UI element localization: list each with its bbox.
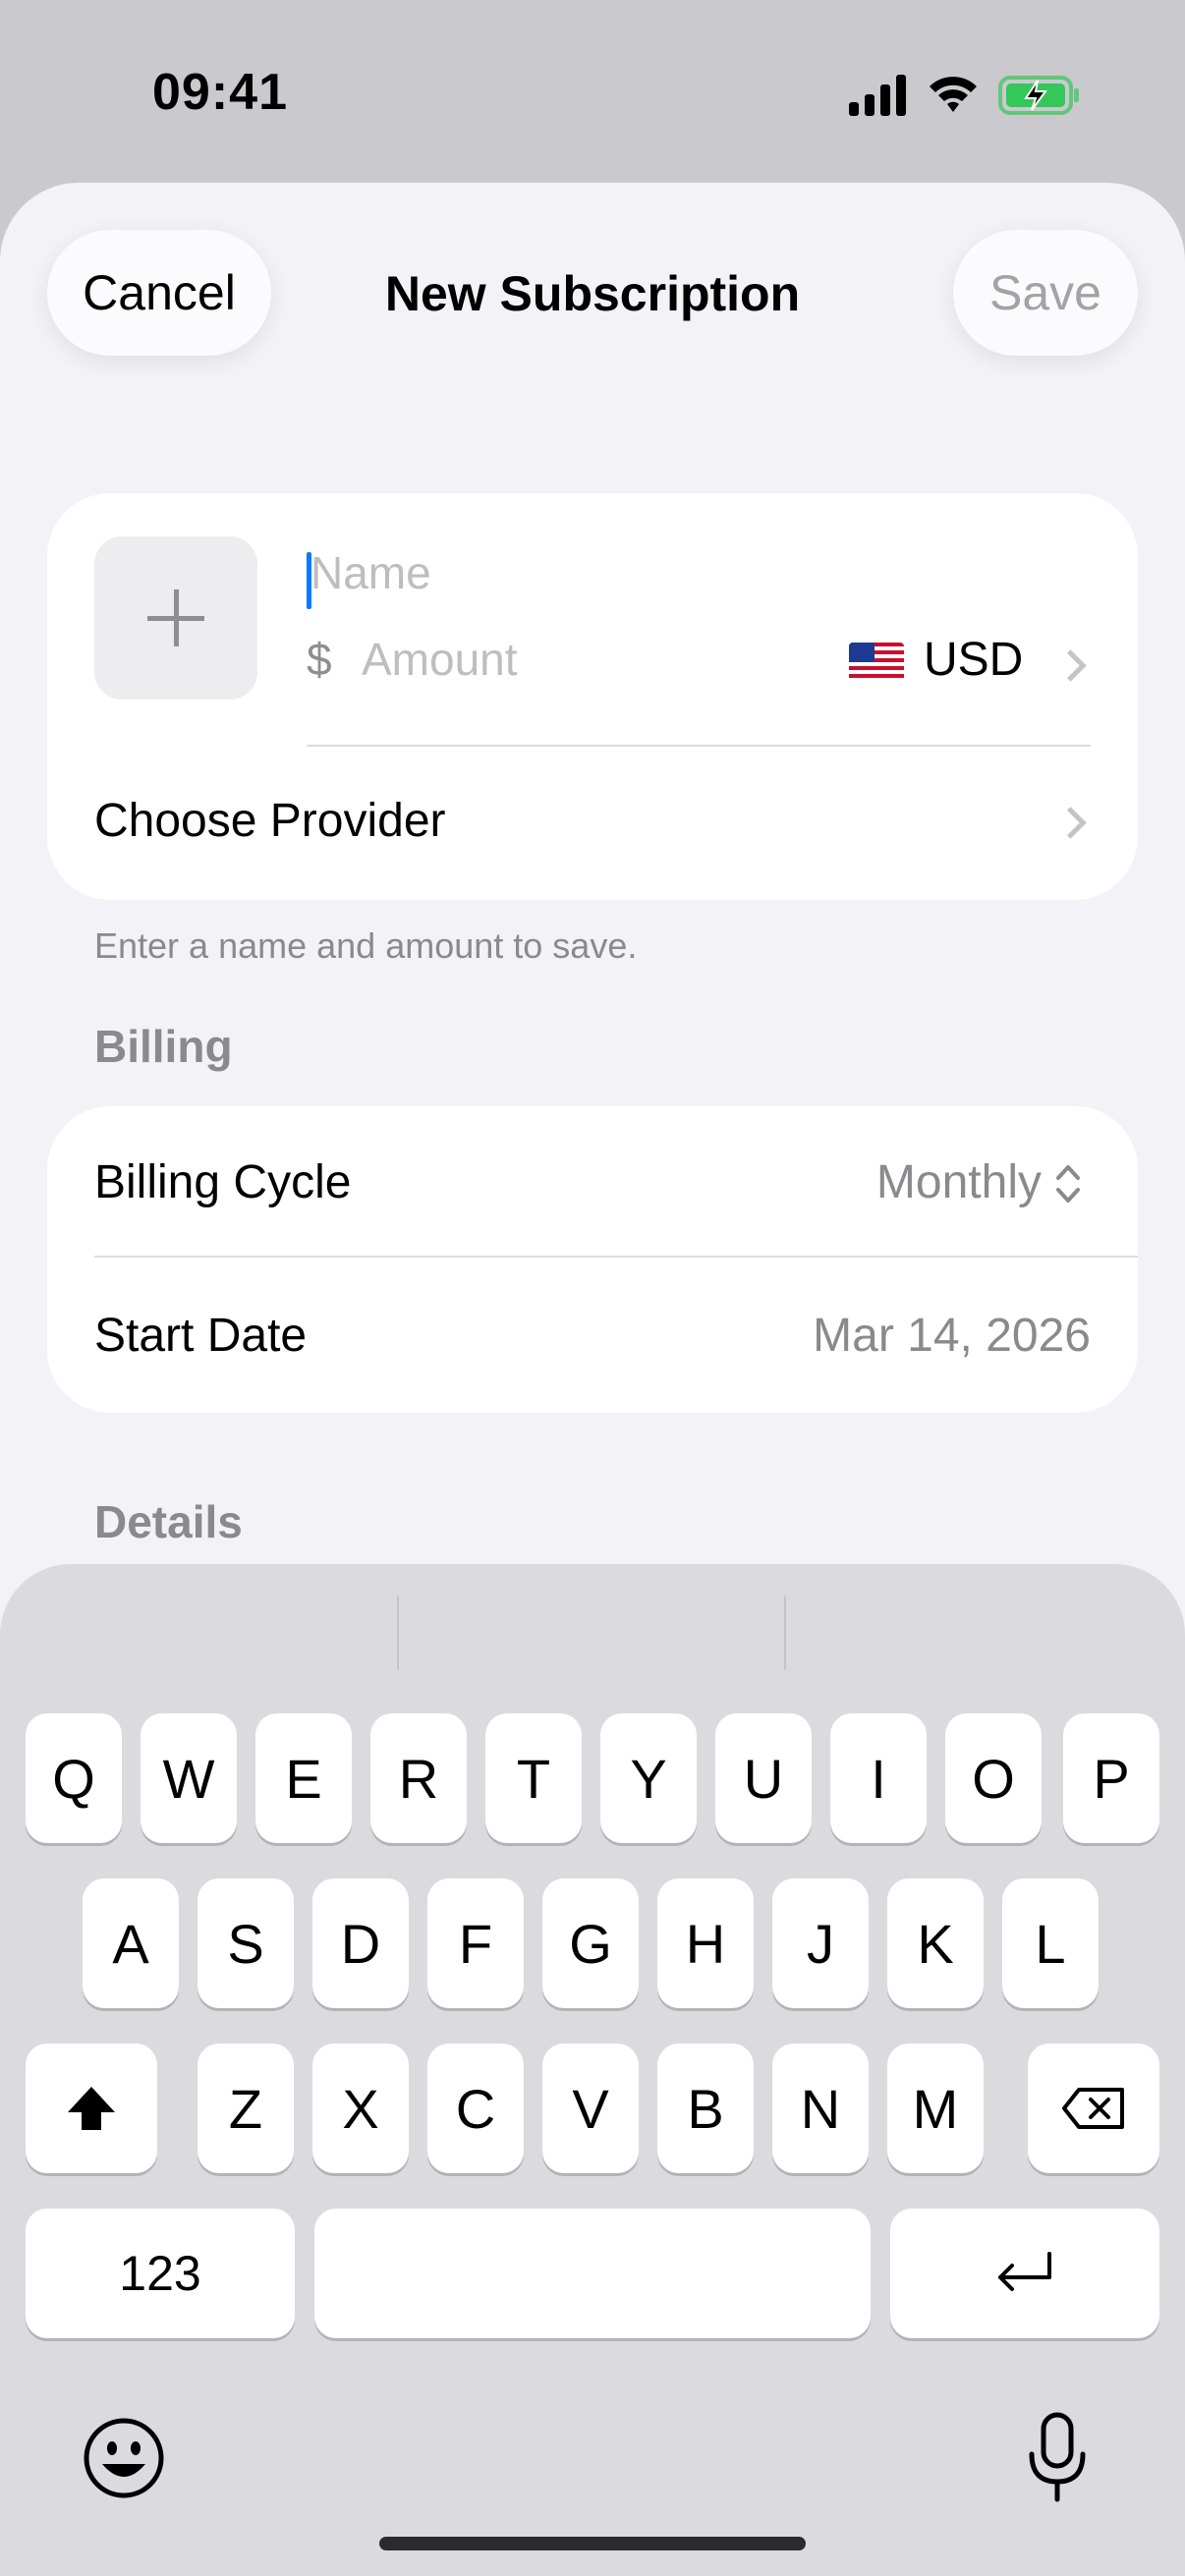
- add-icon-button[interactable]: [94, 536, 257, 700]
- helper-text: Enter a name and amount to save.: [94, 925, 638, 966]
- key-a[interactable]: A: [83, 1878, 179, 2008]
- shift-icon: [68, 2087, 115, 2130]
- key-k[interactable]: K: [887, 1878, 984, 2008]
- chevron-right-icon: [1054, 807, 1087, 839]
- home-indicator[interactable]: [379, 2537, 806, 2550]
- key-i[interactable]: I: [830, 1713, 927, 1843]
- choose-provider-row[interactable]: Choose Provider: [94, 794, 446, 848]
- start-date-label: Start Date: [94, 1310, 308, 1362]
- numbers-key[interactable]: 123: [26, 2209, 295, 2338]
- key-v[interactable]: V: [542, 2044, 639, 2173]
- battery-charging-icon: [998, 76, 1079, 115]
- keyboard: Q W E R T Y U I O P A S D F G H J K L Z …: [0, 1564, 1185, 2576]
- key-g[interactable]: G: [542, 1878, 639, 2008]
- divider: [307, 745, 1091, 747]
- details-section-title: Details: [94, 1496, 243, 1547]
- suggestion-divider: [397, 1596, 399, 1670]
- return-icon: [998, 2252, 1051, 2291]
- billing-cycle-label: Billing Cycle: [94, 1156, 352, 1208]
- key-n[interactable]: N: [772, 2044, 869, 2173]
- microphone-icon[interactable]: [1026, 2411, 1089, 2505]
- suggestion-divider: [784, 1596, 786, 1670]
- status-time: 09:41: [152, 64, 288, 121]
- chevron-up-down-icon: [1056, 1165, 1080, 1203]
- chevron-right-icon: [1054, 649, 1087, 682]
- key-c[interactable]: C: [427, 2044, 524, 2173]
- key-u[interactable]: U: [715, 1713, 812, 1843]
- key-r[interactable]: R: [370, 1713, 467, 1843]
- key-t[interactable]: T: [485, 1713, 582, 1843]
- currency-selector[interactable]: USD: [924, 633, 1023, 687]
- key-q[interactable]: Q: [26, 1713, 122, 1843]
- key-l[interactable]: L: [1002, 1878, 1099, 2008]
- key-b[interactable]: B: [657, 2044, 754, 2173]
- key-f[interactable]: F: [427, 1878, 524, 2008]
- save-button[interactable]: Save: [953, 230, 1138, 356]
- key-j[interactable]: J: [772, 1878, 869, 2008]
- wifi-icon: [930, 77, 977, 112]
- delete-icon: [1062, 2088, 1124, 2129]
- start-date-picker[interactable]: Mar 14, 2026: [813, 1309, 1091, 1363]
- emoji-icon[interactable]: [83, 2417, 165, 2499]
- currency-symbol: $: [307, 634, 332, 685]
- key-x[interactable]: X: [312, 2044, 409, 2173]
- key-y[interactable]: Y: [600, 1713, 697, 1843]
- billing-cycle-picker[interactable]: Monthly: [876, 1155, 1042, 1209]
- key-h[interactable]: H: [657, 1878, 754, 2008]
- key-z[interactable]: Z: [198, 2044, 294, 2173]
- key-s[interactable]: S: [198, 1878, 294, 2008]
- billing-card: Billing Cycle Monthly Start Date Mar 14,…: [47, 1106, 1138, 1413]
- subscription-info-card: Name $ Amount USD Choose Provider: [47, 493, 1138, 900]
- name-input[interactable]: Name: [310, 546, 431, 599]
- cellular-signal-icon: [849, 75, 906, 116]
- key-e[interactable]: E: [255, 1713, 352, 1843]
- key-m[interactable]: M: [887, 2044, 984, 2173]
- billing-section-title: Billing: [94, 1021, 233, 1072]
- status-bar: 09:41: [0, 0, 1185, 177]
- amount-input[interactable]: Amount: [362, 633, 518, 686]
- us-flag-icon: [849, 643, 904, 682]
- divider: [94, 1256, 1138, 1258]
- key-p[interactable]: P: [1063, 1713, 1159, 1843]
- key-w[interactable]: W: [141, 1713, 237, 1843]
- return-key[interactable]: [890, 2209, 1159, 2338]
- space-key[interactable]: [314, 2209, 871, 2338]
- shift-key[interactable]: [26, 2044, 157, 2173]
- delete-key[interactable]: [1028, 2044, 1159, 2173]
- key-d[interactable]: D: [312, 1878, 409, 2008]
- key-o[interactable]: O: [945, 1713, 1042, 1843]
